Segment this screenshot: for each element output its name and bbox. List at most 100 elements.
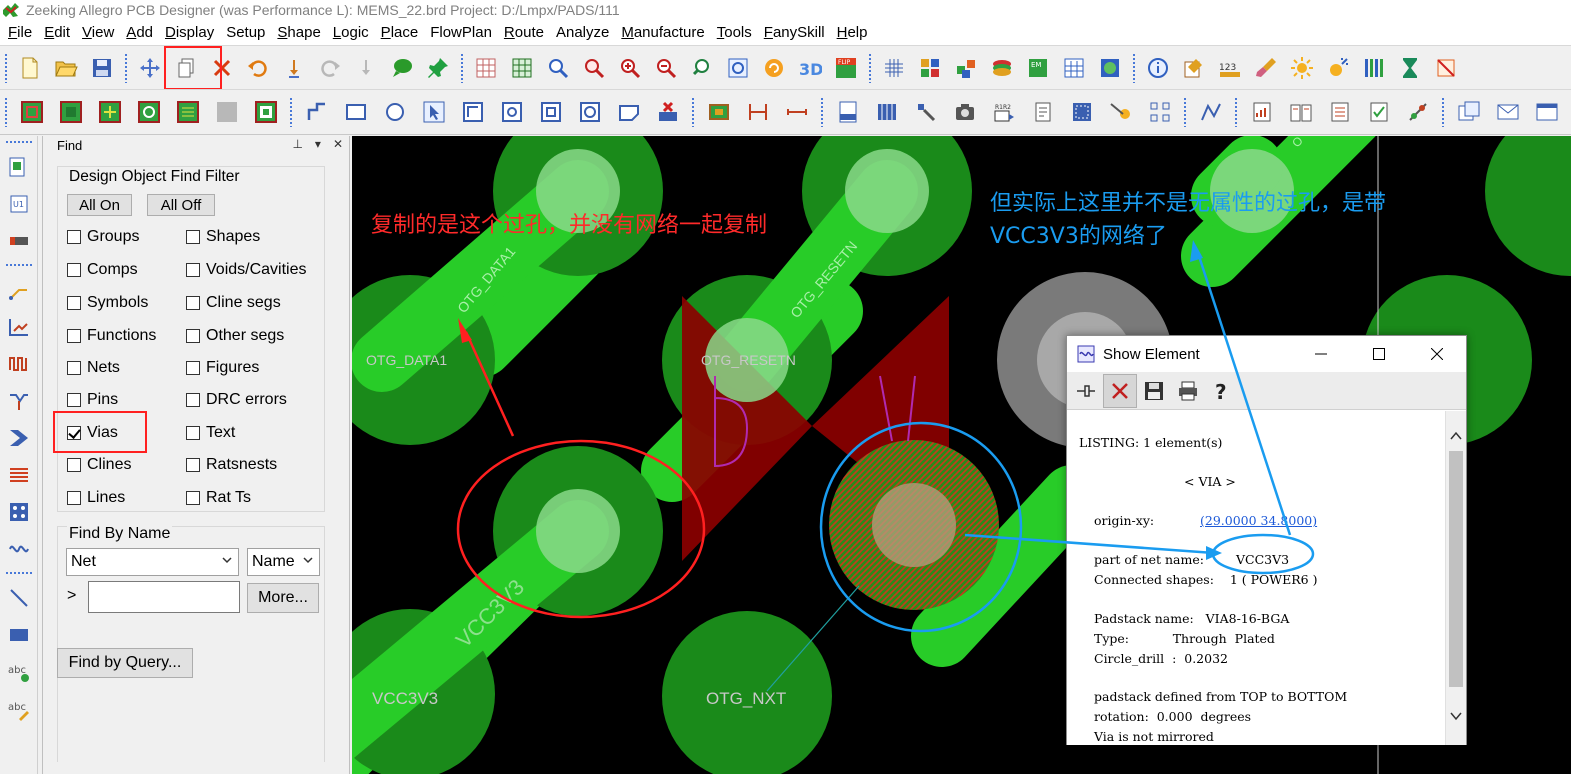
filter-drc-errors-checkbox[interactable]: DRC errors: [186, 391, 287, 409]
name-input[interactable]: [88, 581, 240, 613]
layer-top-icon[interactable]: [12, 95, 51, 129]
zoom-points-icon[interactable]: [576, 51, 612, 85]
route-tool-icon[interactable]: [1101, 95, 1140, 129]
merge-icon[interactable]: [492, 95, 531, 129]
book-icon[interactable]: [867, 95, 906, 129]
menu-tools[interactable]: Tools: [711, 24, 758, 41]
layer-bottom-icon[interactable]: [246, 95, 285, 129]
name-mode-select[interactable]: Name: [247, 548, 320, 576]
doc-chart-icon[interactable]: [1242, 95, 1281, 129]
filter-text-checkbox[interactable]: Text: [186, 424, 235, 442]
menu-display[interactable]: Display: [159, 24, 220, 41]
zoom-fit-icon[interactable]: [504, 51, 540, 85]
filter-rat-ts-checkbox[interactable]: Rat Ts: [186, 489, 251, 507]
stick-pin-button[interactable]: [1069, 374, 1103, 408]
toolbar-grip[interactable]: [691, 97, 695, 127]
checkbox-box[interactable]: [67, 296, 81, 310]
package-icon[interactable]: [0, 222, 38, 259]
move-icon[interactable]: [132, 51, 168, 85]
help-button[interactable]: ?: [1205, 374, 1239, 408]
component-icon[interactable]: [699, 95, 738, 129]
dialog-scrollbar[interactable]: [1445, 411, 1466, 745]
toolbar-grip[interactable]: [4, 263, 33, 267]
phase-tune-icon[interactable]: [0, 530, 38, 567]
redo-icon[interactable]: [312, 51, 348, 85]
filter-voids-checkbox[interactable]: Voids/Cavities: [186, 261, 307, 279]
toolbar-grip[interactable]: [868, 52, 872, 83]
filter-figures-checkbox[interactable]: Figures: [186, 359, 259, 377]
menu-flowplan[interactable]: FlowPlan: [424, 24, 498, 41]
toolbar-grip[interactable]: [4, 140, 33, 144]
trace-icon[interactable]: [1191, 95, 1230, 129]
wrench-icon[interactable]: [906, 95, 945, 129]
bars-icon[interactable]: [1356, 51, 1392, 85]
zoom-window-icon[interactable]: [540, 51, 576, 85]
menu-manufacture[interactable]: Manufacture: [615, 24, 710, 41]
slide-icon[interactable]: [0, 308, 38, 345]
all-on-button[interactable]: All On: [67, 194, 132, 216]
brush-icon[interactable]: [1248, 51, 1284, 85]
menu-edit[interactable]: Edit: [38, 24, 76, 41]
checkbox-box[interactable]: [186, 361, 200, 375]
menu-setup[interactable]: Setup: [220, 24, 271, 41]
add-text-icon[interactable]: abc: [0, 653, 38, 690]
save-button[interactable]: [1137, 374, 1171, 408]
panel-menu-icon[interactable]: ▾: [315, 137, 321, 151]
doc-list-icon[interactable]: [1320, 95, 1359, 129]
layer-3-icon[interactable]: [90, 95, 129, 129]
toolbar-grip[interactable]: [4, 97, 8, 127]
toolbar-grip[interactable]: [4, 571, 33, 575]
layer-disabled-icon[interactable]: [207, 95, 246, 129]
checkbox-box[interactable]: [67, 458, 81, 472]
layer-4-icon[interactable]: [129, 95, 168, 129]
filter-clines-checkbox[interactable]: Clines: [67, 456, 131, 474]
menu-route[interactable]: Route: [498, 24, 550, 41]
checkbox-box[interactable]: [186, 263, 200, 277]
checkbox-box[interactable]: [67, 230, 81, 244]
grid-icon[interactable]: [876, 51, 912, 85]
checkbox-box[interactable]: [67, 491, 81, 505]
layers-icon[interactable]: [984, 51, 1020, 85]
scrollbar-thumb[interactable]: [1449, 451, 1463, 687]
window-tile-icon[interactable]: [1449, 95, 1488, 129]
toolbar-grip[interactable]: [1183, 97, 1187, 127]
ring-icon[interactable]: [570, 95, 609, 129]
undo-step-icon[interactable]: [276, 51, 312, 85]
slant-icon[interactable]: [609, 95, 648, 129]
close-button[interactable]: [1408, 336, 1466, 372]
doc-open-icon[interactable]: [1281, 95, 1320, 129]
hourglass-icon[interactable]: [1392, 51, 1428, 85]
menu-file[interactable]: File: [2, 24, 38, 41]
menu-logic[interactable]: Logic: [327, 24, 375, 41]
pin-panel-icon[interactable]: ⊥: [292, 137, 302, 151]
info-icon[interactable]: [1140, 51, 1176, 85]
pin-icon[interactable]: [420, 51, 456, 85]
filter-ratsnests-checkbox[interactable]: Ratsnests: [186, 456, 277, 474]
print-button[interactable]: [1171, 374, 1205, 408]
property-edit-icon[interactable]: [1176, 51, 1212, 85]
checkbox-box[interactable]: [186, 329, 200, 343]
shape-edit-icon[interactable]: [453, 95, 492, 129]
place-manual-icon[interactable]: [0, 148, 38, 185]
edit-text-icon[interactable]: abc: [0, 690, 38, 727]
save-icon[interactable]: [84, 51, 120, 85]
minimize-button[interactable]: [1292, 336, 1350, 372]
checkbox-box[interactable]: [186, 426, 200, 440]
layer-2-icon[interactable]: [51, 95, 90, 129]
numbering-icon[interactable]: 123: [1212, 51, 1248, 85]
color-icon[interactable]: [912, 51, 948, 85]
toolbar-grip[interactable]: [1132, 52, 1136, 83]
toolbar-grip[interactable]: [1441, 97, 1445, 127]
tune-icon[interactable]: [1398, 95, 1437, 129]
new-file-icon[interactable]: [12, 51, 48, 85]
camera-icon[interactable]: [945, 95, 984, 129]
menu-add[interactable]: Add: [120, 24, 159, 41]
find-by-query-button[interactable]: Find by Query...: [57, 648, 193, 678]
filter-cline-segs-checkbox[interactable]: Cline segs: [186, 294, 281, 312]
filter-symbols-checkbox[interactable]: Symbols: [67, 294, 148, 312]
em-icon[interactable]: EM: [1020, 51, 1056, 85]
dimension-icon[interactable]: [738, 95, 777, 129]
checkbox-box[interactable]: [186, 458, 200, 472]
layer-5-icon[interactable]: [168, 95, 207, 129]
fanout-icon[interactable]: [0, 382, 38, 419]
